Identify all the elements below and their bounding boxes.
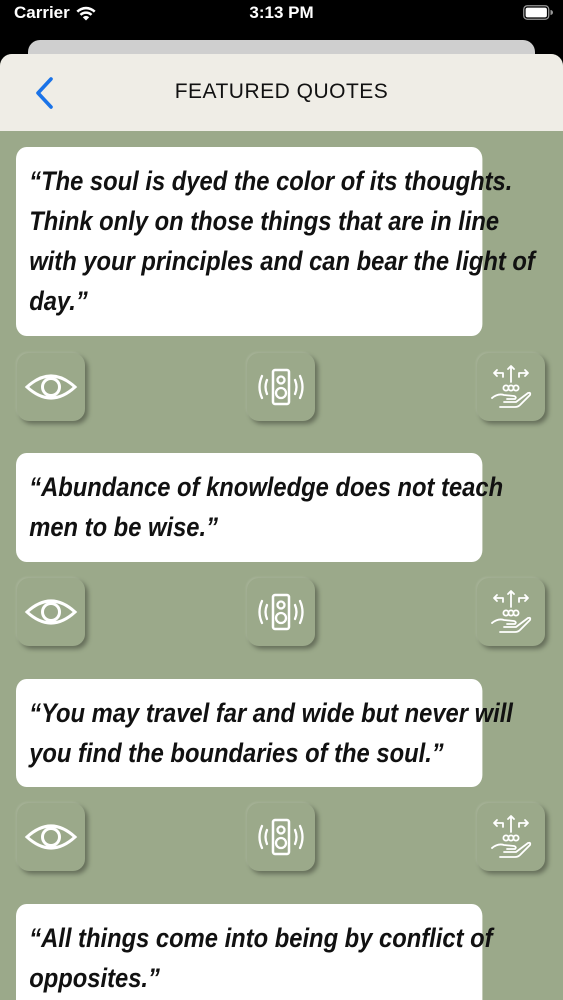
status-time: 3:13 PM (249, 3, 314, 22)
eye-icon (24, 599, 78, 625)
quote-card: “You may travel far and wide but never w… (16, 679, 513, 787)
share-quote-button[interactable] (477, 578, 545, 646)
speaker-icon (258, 368, 304, 406)
navigation-bar: FEATURED QUOTES (0, 54, 563, 131)
quote-text: “The soul is dyed the color of its thoug… (29, 166, 535, 316)
view-quote-button[interactable] (17, 803, 85, 871)
hand-share-icon (491, 365, 532, 408)
eye-icon (24, 374, 78, 400)
view-quote-button[interactable] (17, 578, 85, 646)
hand-share-icon (491, 815, 532, 858)
speak-quote-button[interactable] (247, 803, 315, 871)
quotes-sheet: FEATURED QUOTES “The soul is dyed the co… (0, 54, 563, 1000)
view-quote-button[interactable] (17, 353, 85, 421)
quote-text: “Abundance of knowledge does not teach m… (29, 472, 504, 542)
page-title: FEATURED QUOTES (174, 80, 389, 103)
battery-icon (523, 5, 553, 20)
eye-icon (24, 824, 78, 850)
hand-share-icon (491, 590, 532, 633)
speak-quote-button[interactable] (247, 353, 315, 421)
quote-card: “All things come into being by conflict … (16, 904, 493, 1000)
quote-text: “All things come into being by conflict … (29, 923, 493, 993)
speaker-icon (258, 593, 304, 631)
quote-card: “The soul is dyed the color of its thoug… (16, 147, 535, 336)
share-quote-button[interactable] (477, 353, 545, 421)
quote-card: “Abundance of knowledge does not teach m… (16, 453, 503, 562)
speaker-icon (258, 818, 304, 856)
speak-quote-button[interactable] (247, 578, 315, 646)
quote-text: “You may travel far and wide but never w… (29, 698, 513, 768)
status-bar: Carrier 3:13 PM (0, 0, 563, 32)
share-quote-button[interactable] (477, 803, 545, 871)
